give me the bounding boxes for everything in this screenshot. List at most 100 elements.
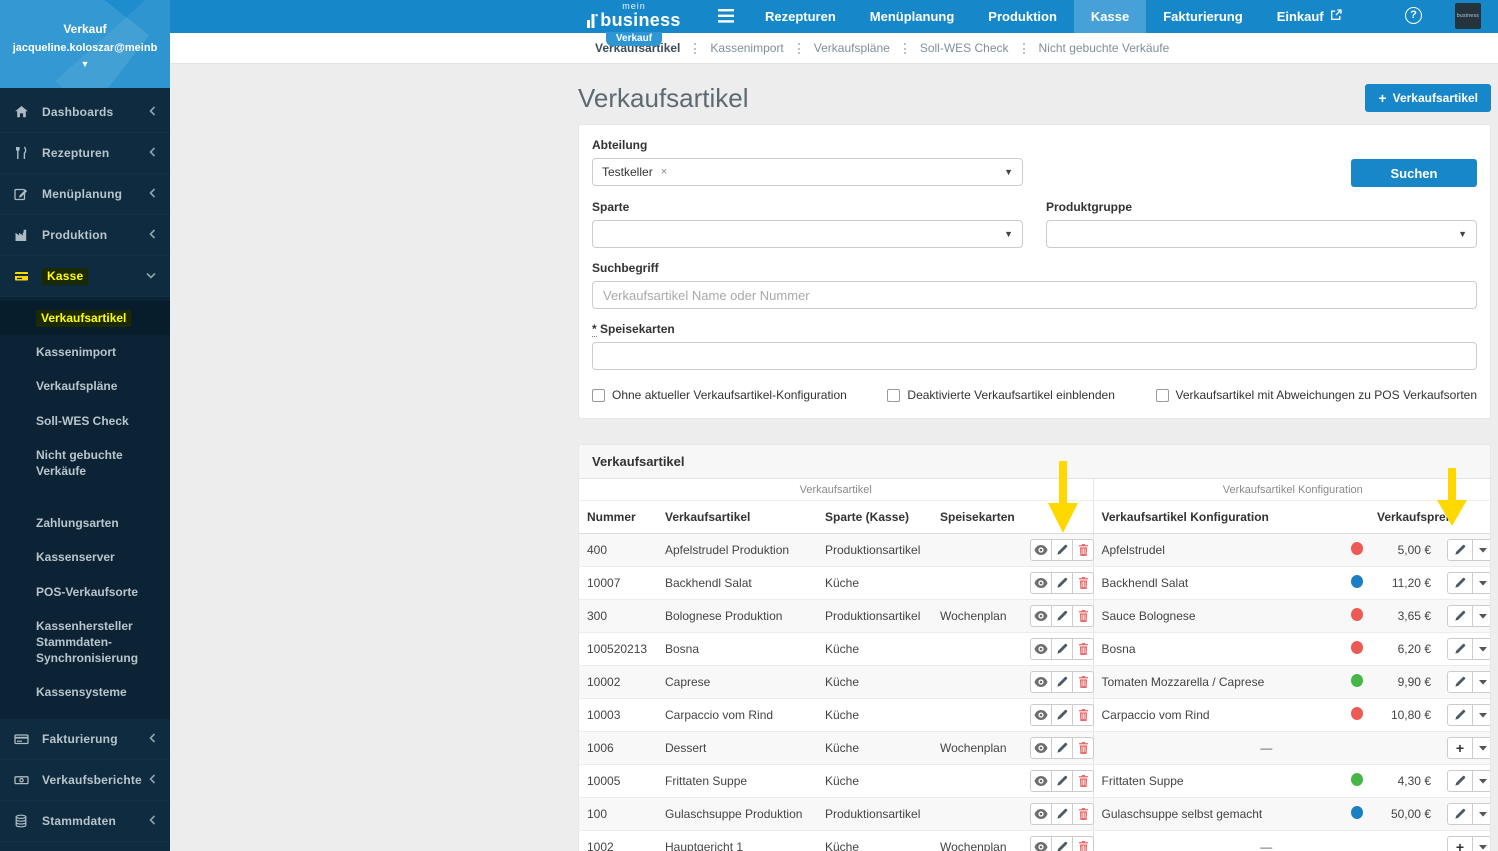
view-button[interactable] [1030,803,1052,825]
edit-button[interactable] [1051,803,1073,825]
sidebar-item-kassenimport[interactable]: Kassenimport [0,335,170,369]
view-button[interactable] [1030,539,1052,561]
sidebar-item-verkaufsberichte[interactable]: Verkaufsberichte [0,760,170,801]
dropdown-button[interactable] [1472,836,1490,851]
sidebar-item-menüplanung[interactable]: Menüplanung [0,174,170,215]
delete-button[interactable] [1072,605,1094,627]
view-button[interactable] [1030,770,1052,792]
corp-badge-icon[interactable]: business [1455,3,1481,29]
checkbox-verkaufsartikel-mit-abweichungen-zu-pos-verkaufsorten[interactable]: Verkaufsartikel mit Abweichungen zu POS … [1155,388,1477,402]
delete-button[interactable] [1072,803,1094,825]
edit-config-button[interactable] [1447,605,1473,627]
delete-button[interactable] [1072,638,1094,660]
checkbox-box[interactable] [1155,388,1169,402]
dropdown-button[interactable] [1472,638,1490,660]
speisekarten-input[interactable] [592,342,1477,370]
view-button[interactable] [1030,704,1052,726]
topnav-item-kasse[interactable]: Kasse [1073,0,1147,33]
dropdown-button[interactable] [1472,671,1490,693]
dropdown-button[interactable] [1472,572,1490,594]
checkbox-ohne-aktueller-verkaufsartikel-konfiguration[interactable]: Ohne aktueller Verkaufsartikel-Konfigura… [592,388,847,402]
sidebar-item-kassensysteme[interactable]: Kassensysteme [0,675,170,709]
dropdown-button[interactable] [1472,770,1490,792]
help-icon[interactable]: ? [1405,7,1422,24]
edit-button[interactable] [1051,605,1073,627]
edit-config-button[interactable] [1447,704,1473,726]
user-menu[interactable]: Verkauf jacqueline.koloszar@meinb ▼ [0,0,170,88]
view-button[interactable] [1030,572,1052,594]
checkbox-box[interactable] [887,388,901,402]
sidebar-item-shop-verwaltung[interactable]: Shop Verwaltung [0,842,170,851]
topnav-item-menüplanung[interactable]: Menüplanung [853,0,972,33]
produktgruppe-select[interactable]: ▼ [1046,220,1477,248]
sparte-select[interactable]: ▼ [592,220,1023,248]
view-button[interactable] [1030,671,1052,693]
edit-button[interactable] [1051,638,1073,660]
edit-button[interactable] [1051,737,1073,759]
subnav-item-nicht-gebuchte-verkäufe[interactable]: Nicht gebuchte Verkäufe [1039,41,1170,55]
suchen-button[interactable]: Suchen [1351,159,1477,187]
delete-button[interactable] [1072,704,1094,726]
brand-logo[interactable]: mein business Verkauf [583,0,685,46]
delete-button[interactable] [1072,737,1094,759]
sidebar-item-produktion[interactable]: Produktion [0,215,170,256]
delete-button[interactable] [1072,671,1094,693]
sidebar-item-kassenhersteller-stammdaten-synchronisierung[interactable]: Kassenhersteller Stammdaten-Synchronisie… [0,609,170,676]
cell-verkaufsartikel: Carpaccio vom Rind [657,698,817,732]
edit-config-button[interactable] [1447,539,1473,561]
sidebar-item-stammdaten[interactable]: Stammdaten [0,801,170,842]
dropdown-button[interactable] [1472,803,1490,825]
hamburger-icon[interactable] [718,9,734,28]
sidebar-item-rezepturen[interactable]: Rezepturen [0,133,170,174]
topnav-item-einkauf[interactable]: Einkauf [1260,0,1359,33]
subnav-item-verkaufspläne[interactable]: Verkaufspläne [814,41,890,55]
sidebar-item-zahlungsarten[interactable]: Zahlungsarten [0,506,170,540]
sidebar-item-dashboards[interactable]: Dashboards [0,92,170,133]
view-button[interactable] [1030,836,1052,851]
edit-button[interactable] [1051,671,1073,693]
checkbox-box[interactable] [592,388,605,402]
delete-button[interactable] [1072,572,1094,594]
edit-button[interactable] [1051,704,1073,726]
dropdown-button[interactable] [1472,737,1490,759]
topnav-item-fakturierung[interactable]: Fakturierung [1146,0,1259,33]
topnav-item-rezepturen[interactable]: Rezepturen [748,0,853,33]
sidebar-item-fakturierung[interactable]: Fakturierung [0,719,170,760]
checkbox-deaktivierte-verkaufsartikel-einblenden[interactable]: Deaktivierte Verkaufsartikel einblenden [887,388,1115,402]
topnav-item-produktion[interactable]: Produktion [971,0,1074,33]
add-config-button[interactable]: + [1447,836,1473,851]
sidebar-item-kassenserver[interactable]: Kassenserver [0,540,170,574]
sidebar-item-soll-wes-check[interactable]: Soll-WES Check [0,404,170,438]
suchbegriff-input[interactable] [592,281,1477,309]
edit-config-button[interactable] [1447,638,1473,660]
sidebar-item-kasse[interactable]: Kasse [0,256,170,297]
sidebar-item-verkaufspläne[interactable]: Verkaufspläne [0,369,170,403]
edit-button[interactable] [1051,539,1073,561]
subnav-item-kassenimport[interactable]: Kassenimport [710,41,783,55]
dropdown-button[interactable] [1472,704,1490,726]
view-button[interactable] [1030,638,1052,660]
view-button[interactable] [1030,737,1052,759]
delete-button[interactable] [1072,770,1094,792]
dropdown-button[interactable] [1472,539,1490,561]
abteilung-select[interactable]: Testkeller × ▼ [592,158,1023,186]
edit-config-button[interactable] [1447,770,1473,792]
add-verkaufsartikel-button[interactable]: + Verkaufsartikel [1365,84,1491,112]
dropdown-button[interactable] [1472,605,1490,627]
edit-button[interactable] [1051,836,1073,851]
delete-button[interactable] [1072,836,1094,851]
edit-config-button[interactable] [1447,572,1473,594]
cash-card-icon [14,269,31,283]
delete-button[interactable] [1072,539,1094,561]
sidebar-item-pos-verkaufsorte[interactable]: POS-Verkaufsorte [0,575,170,609]
add-config-button[interactable]: + [1447,737,1473,759]
remove-chip-icon[interactable]: × [661,166,667,178]
sidebar-item-nicht-gebuchte-verkäufe[interactable]: Nicht gebuchte Verkäufe [0,438,170,488]
edit-config-button[interactable] [1447,803,1473,825]
edit-button[interactable] [1051,770,1073,792]
edit-button[interactable] [1051,572,1073,594]
view-button[interactable] [1030,605,1052,627]
subnav-item-soll-wes-check[interactable]: Soll-WES Check [920,41,1009,55]
edit-config-button[interactable] [1447,671,1473,693]
sidebar-item-verkaufsartikel[interactable]: Verkaufsartikel [0,301,170,336]
